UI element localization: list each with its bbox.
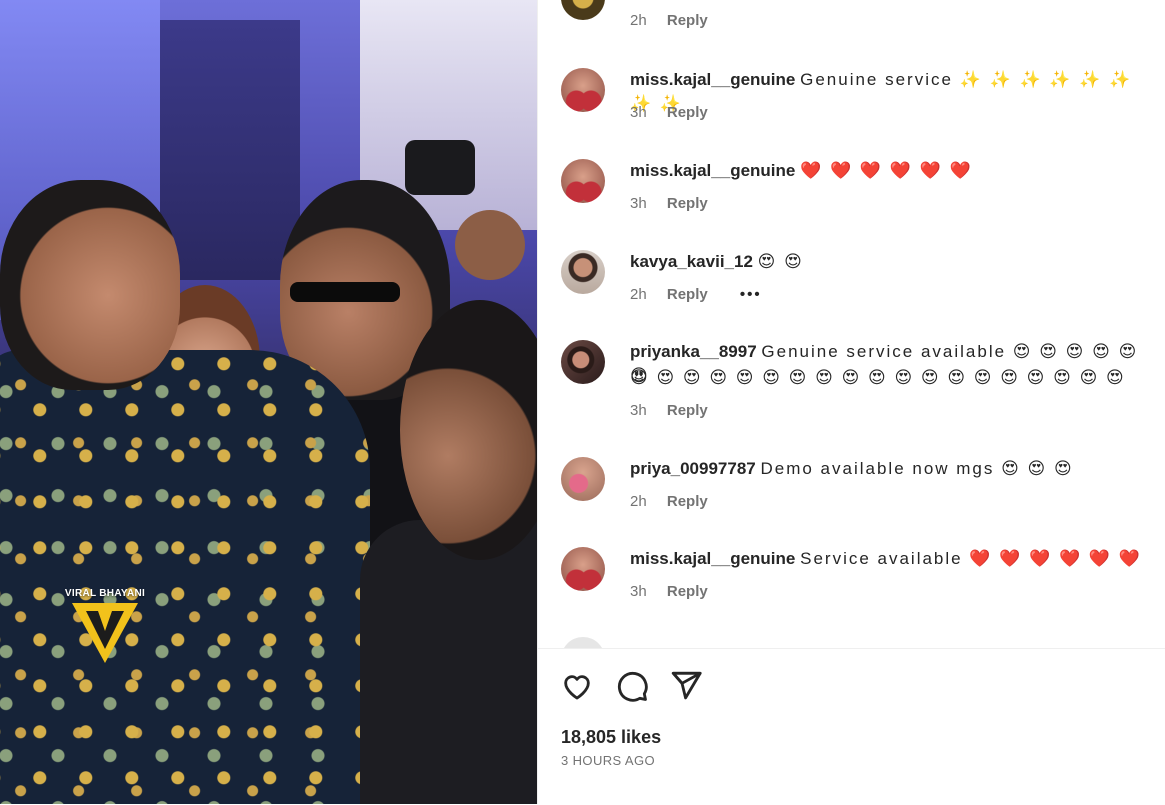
avatar[interactable] bbox=[561, 68, 605, 112]
comment-body: 😍 😍 bbox=[757, 252, 804, 271]
comment-text: miss.kajal__genuine Service available ❤️… bbox=[630, 547, 1160, 571]
reply-button[interactable]: Reply bbox=[667, 195, 708, 212]
watermark-text: VIRAL BHAYANI bbox=[64, 588, 146, 599]
avatar[interactable] bbox=[561, 0, 605, 20]
foreground-person-body bbox=[360, 520, 537, 804]
avatar[interactable] bbox=[561, 457, 605, 501]
comment-text: miss.kajal__genuine ❤️ ❤️ ❤️ ❤️ ❤️ ❤️ bbox=[630, 159, 1160, 183]
watermark-logo-icon bbox=[72, 603, 138, 663]
background-wall bbox=[160, 20, 300, 280]
comment-body: ❤️ ❤️ ❤️ ❤️ ❤️ ❤️ bbox=[800, 161, 973, 180]
comment-body: Demo available now mgs 😍 😍 😍 bbox=[760, 459, 1074, 478]
comment-body: Service available ❤️ ❤️ ❤️ ❤️ ❤️ ❤️ bbox=[800, 549, 1142, 568]
reply-button[interactable]: Reply bbox=[667, 286, 708, 303]
comment-time: 2h bbox=[630, 493, 647, 510]
comment-username[interactable]: kavya_kavii_12 bbox=[630, 252, 753, 271]
camera-in-crowd bbox=[405, 140, 475, 195]
heart-icon[interactable] bbox=[560, 669, 594, 703]
comment-meta: 3h Reply bbox=[630, 104, 708, 121]
man-floral-jacket-head bbox=[0, 180, 180, 390]
comment-time: 2h bbox=[630, 12, 647, 29]
reply-button[interactable]: Reply bbox=[667, 402, 708, 419]
reply-button[interactable]: Reply bbox=[667, 583, 708, 600]
comment-body-continued: 😍 😍 😍 😍 😍 😍 😍 😍 😍 😍 😍 😍 😍 😍 😍 😍 😍 😍 😍 bbox=[630, 368, 1126, 387]
sunglasses bbox=[290, 282, 400, 302]
comment-username[interactable]: miss.kajal__genuine bbox=[630, 161, 795, 180]
post-actions: 18,805 likes 3 HOURS AGO bbox=[538, 648, 1165, 805]
watermark: VIRAL BHAYANI bbox=[64, 588, 146, 665]
comment-meta: 2h Reply ••• bbox=[630, 286, 762, 303]
comment-time: 2h bbox=[630, 286, 647, 303]
comment-text: miss.kajal__genuine Genuine service ✨ ✨ … bbox=[630, 68, 1160, 116]
avatar[interactable] bbox=[561, 340, 605, 384]
like-count[interactable]: 18,805 likes bbox=[561, 727, 661, 748]
avatar[interactable] bbox=[561, 250, 605, 294]
avatar[interactable] bbox=[561, 159, 605, 203]
reply-button[interactable]: Reply bbox=[667, 104, 708, 121]
comment-meta: 3h Reply bbox=[630, 195, 708, 212]
comment-time: 3h bbox=[630, 104, 647, 121]
comment-icon[interactable] bbox=[615, 669, 649, 703]
comment-username[interactable]: priya_00997787 bbox=[630, 459, 756, 478]
avatar[interactable] bbox=[561, 637, 605, 648]
crowd-person bbox=[455, 210, 525, 280]
reply-button[interactable]: Reply bbox=[667, 493, 708, 510]
post-photo[interactable]: VIRAL BHAYANI bbox=[0, 0, 537, 804]
comment-text: priya_00997787 Demo available now mgs 😍 … bbox=[630, 457, 1160, 481]
avatar[interactable] bbox=[561, 547, 605, 591]
man-floral-jacket-body bbox=[0, 350, 370, 804]
comment-meta: 2h Reply bbox=[630, 12, 708, 29]
comment-text: kavya_kavii_12 😍 😍 bbox=[630, 250, 1160, 274]
comment-username[interactable]: priyanka__8997 bbox=[630, 342, 757, 361]
comments-panel: 2h Reply miss.kajal__genuine Genuine ser… bbox=[537, 0, 1165, 804]
comment-username[interactable]: miss.kajal__genuine bbox=[630, 70, 795, 89]
comment-meta: 3h Reply bbox=[630, 402, 708, 419]
share-icon[interactable] bbox=[669, 669, 703, 703]
comment-meta: 2h Reply bbox=[630, 493, 708, 510]
comment-meta: 3h Reply bbox=[630, 583, 708, 600]
post-time: 3 HOURS AGO bbox=[561, 753, 655, 768]
reply-button[interactable]: Reply bbox=[667, 12, 708, 29]
more-options-icon[interactable]: ••• bbox=[740, 286, 762, 303]
comment-time: 3h bbox=[630, 195, 647, 212]
comment-list[interactable]: 2h Reply miss.kajal__genuine Genuine ser… bbox=[538, 0, 1165, 648]
comment-time: 3h bbox=[630, 583, 647, 600]
comment-time: 3h bbox=[630, 402, 647, 419]
comment-username[interactable]: miss.kajal__genuine bbox=[630, 549, 795, 568]
